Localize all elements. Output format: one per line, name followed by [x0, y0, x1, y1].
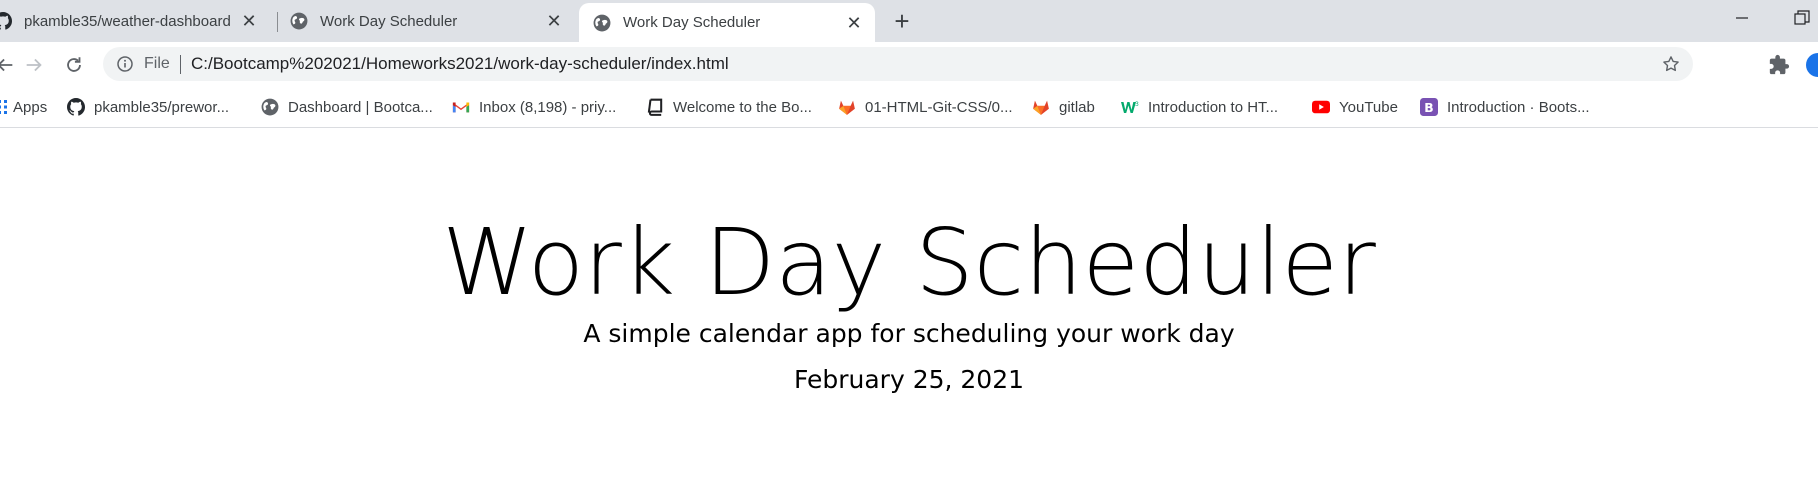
- svg-text:3: 3: [1135, 101, 1139, 108]
- back-arrow-icon[interactable]: [0, 54, 16, 76]
- globe-icon: [290, 12, 308, 30]
- close-tab-icon[interactable]: ✕: [240, 12, 258, 30]
- address-divider: [180, 55, 181, 74]
- bookmark-label: YouTube: [1339, 98, 1398, 116]
- extensions-puzzle-icon[interactable]: [1768, 54, 1790, 76]
- tab-weather-dashboard[interactable]: pkamble35/weather-dashboard ✕: [0, 0, 270, 42]
- tab-label: Work Day Scheduler: [623, 14, 761, 31]
- minimize-icon[interactable]: [1730, 6, 1754, 30]
- gmail-icon: [452, 102, 470, 113]
- tab-work-day-scheduler[interactable]: Work Day Scheduler ✕: [290, 0, 575, 42]
- address-bar[interactable]: File C:/Bootcamp%202021/Homeworks2021/wo…: [103, 47, 1693, 81]
- restore-icon[interactable]: [1790, 6, 1814, 30]
- bookmarks-bar: Apps pkamble35/prewor... Dashboard | Boo…: [0, 88, 1818, 128]
- bookmark-dashboard[interactable]: Dashboard | Bootca...: [261, 98, 433, 116]
- new-tab-button[interactable]: +: [888, 8, 916, 36]
- bookmark-github[interactable]: pkamble35/prewor...: [67, 98, 229, 116]
- close-tab-icon[interactable]: ✕: [545, 12, 563, 30]
- page-title: Work Day Scheduler: [442, 209, 1376, 316]
- bookmark-label: Welcome to the Bo...: [673, 98, 812, 116]
- bookmark-gitlab[interactable]: gitlab: [1032, 98, 1095, 116]
- close-tab-icon[interactable]: ✕: [845, 14, 863, 32]
- bookmark-label: Introduction to HT...: [1148, 98, 1279, 116]
- profile-avatar[interactable]: [1806, 53, 1818, 77]
- browser-toolbar: File C:/Bootcamp%202021/Homeworks2021/wo…: [0, 42, 1818, 88]
- globe-icon: [261, 98, 279, 116]
- forward-arrow-icon[interactable]: [23, 54, 45, 76]
- book-icon: [647, 98, 663, 116]
- reload-icon[interactable]: [63, 54, 85, 76]
- bookmark-youtube[interactable]: YouTube: [1312, 98, 1398, 116]
- tab-separator: [277, 12, 278, 32]
- page-subtitle: A simple calendar app for scheduling you…: [583, 319, 1235, 348]
- bookmark-w3schools[interactable]: 3 Introduction to HT...: [1121, 98, 1278, 116]
- github-icon: [0, 12, 12, 30]
- url-text[interactable]: C:/Bootcamp%202021/Homeworks2021/work-da…: [191, 54, 729, 74]
- bookmark-label: Apps: [13, 98, 48, 116]
- bookmark-label: Introduction · Boots...: [1447, 98, 1590, 116]
- svg-text:B: B: [1424, 101, 1433, 115]
- bookmark-html-git-css[interactable]: 01-HTML-Git-CSS/0...: [838, 98, 1013, 116]
- bookmark-welcome[interactable]: Welcome to the Bo...: [646, 98, 812, 116]
- gitlab-icon: [839, 100, 855, 115]
- tab-work-day-scheduler-active[interactable]: Work Day Scheduler ✕: [579, 3, 875, 42]
- bookmark-bootstrap[interactable]: B Introduction · Boots...: [1420, 98, 1590, 116]
- bookmark-star-icon[interactable]: [1661, 54, 1681, 74]
- bookmark-apps[interactable]: Apps: [0, 98, 47, 116]
- tab-strip: pkamble35/weather-dashboard ✕ Work Day S…: [0, 0, 1818, 42]
- bookmark-label: 01-HTML-Git-CSS/0...: [865, 98, 1013, 116]
- apps-grid-icon: [0, 100, 7, 114]
- info-icon[interactable]: [117, 56, 133, 72]
- bookmark-label: Inbox (8,198) - priy...: [479, 98, 617, 116]
- bookmark-label: gitlab: [1059, 98, 1095, 116]
- scheme-label: File: [144, 55, 170, 72]
- bookmark-gmail[interactable]: Inbox (8,198) - priy...: [452, 98, 616, 116]
- bootstrap-icon: B: [1420, 98, 1438, 116]
- tab-label: Work Day Scheduler: [320, 12, 458, 30]
- current-date: February 25, 2021: [793, 365, 1025, 394]
- globe-icon: [593, 14, 611, 31]
- github-icon: [67, 98, 85, 116]
- bookmark-label: Dashboard | Bootca...: [288, 98, 433, 116]
- bookmark-label: pkamble35/prewor...: [94, 98, 230, 116]
- youtube-icon: [1312, 100, 1330, 114]
- tab-label: pkamble35/weather-dashboard: [24, 12, 231, 30]
- w3schools-icon: 3: [1121, 101, 1139, 113]
- gitlab-icon: [1033, 100, 1049, 115]
